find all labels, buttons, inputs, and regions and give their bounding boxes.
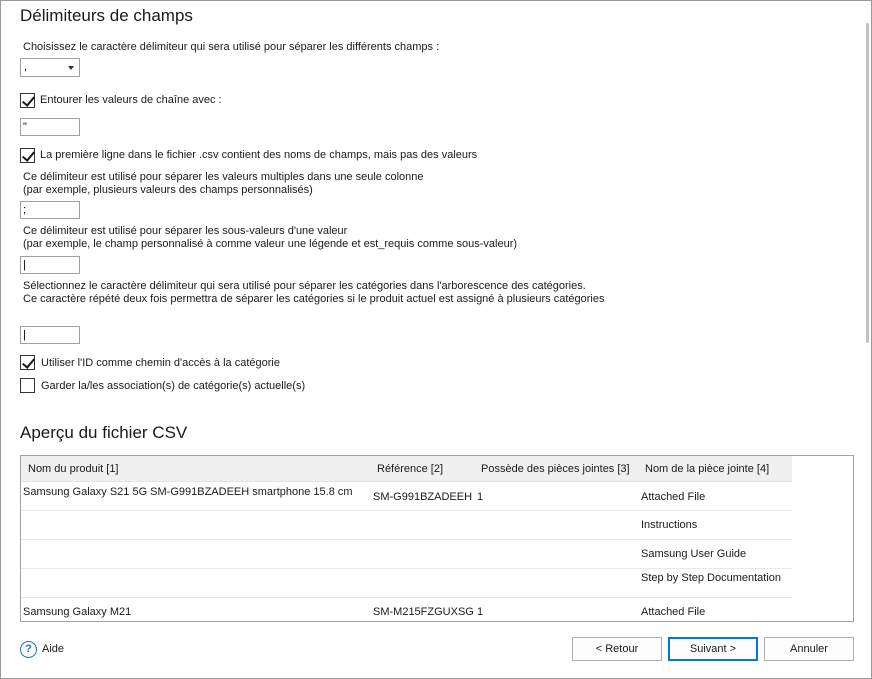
back-button[interactable]: < Retour	[572, 637, 662, 661]
csv-preview-grid[interactable]: Nom du produit [1] Référence [2] Possède…	[20, 455, 854, 622]
next-button[interactable]: Suivant >	[668, 637, 758, 661]
field-delimiter-value: ,	[24, 61, 28, 73]
choose-delimiter-label: Choisissez le caractère délimiteur qui s…	[23, 41, 440, 53]
enclose-strings-label: Entourer les valeurs de chaîne avec :	[40, 94, 222, 106]
cell-attachment-name: Attached File	[641, 491, 706, 503]
category-delimiter-value: |	[23, 329, 26, 341]
category-delimiter-input[interactable]: |	[20, 326, 80, 344]
cell-reference: SM-G991BZADEEH	[373, 491, 473, 503]
field-delimiter-combo[interactable]: ,	[20, 58, 80, 77]
keep-categories-label: Garder la/les association(s) de catégori…	[41, 380, 306, 392]
multi-value-label-1: Ce délimiteur est utilisé pour séparer l…	[23, 171, 424, 183]
table-row[interactable]: Step by Step Documentation	[21, 569, 792, 598]
column-header-attachment-name[interactable]: Nom de la pièce jointe [4]	[645, 463, 769, 475]
column-header-has-attachments[interactable]: Possède des pièces jointes [3]	[481, 463, 630, 475]
sub-value-delimiter-input[interactable]: |	[20, 256, 80, 274]
use-id-path-checkbox[interactable]	[20, 355, 35, 370]
use-id-path-label: Utiliser l'ID comme chemin d'accès à la …	[41, 357, 280, 369]
enclose-char-input[interactable]: "	[20, 118, 80, 136]
first-line-headers-label: La première ligne dans le fichier .csv c…	[40, 149, 478, 161]
cell-reference: SM-M215FZGUXSG	[373, 606, 474, 618]
category-delimiter-label-2: Ce caractère répété deux fois permettra …	[23, 293, 605, 305]
column-header-product-name[interactable]: Nom du produit [1]	[28, 463, 119, 475]
cell-product-name: Samsung Galaxy S21 5G SM-G991BZADEEH sma…	[23, 486, 353, 498]
grid-header: Nom du produit [1] Référence [2] Possède…	[21, 456, 792, 482]
vertical-scrollbar[interactable]	[864, 3, 871, 628]
keep-categories-checkbox[interactable]	[20, 378, 35, 393]
cancel-button[interactable]: Annuler	[764, 637, 854, 661]
first-line-headers-checkbox[interactable]	[20, 148, 35, 163]
multi-value-label-2: (par exemple, plusieurs valeurs des cham…	[23, 184, 313, 196]
category-delimiter-label-1: Sélectionnez le caractère délimiteur qui…	[23, 280, 586, 292]
enclose-char-value: "	[23, 121, 27, 133]
enclose-strings-checkbox[interactable]	[20, 93, 35, 108]
table-row[interactable]: Samsung Galaxy M21 SM-M215FZGUXSG 1 Atta…	[21, 598, 792, 621]
table-row[interactable]: Samsung User Guide	[21, 540, 792, 569]
multi-value-delimiter-input[interactable]: ;	[20, 201, 80, 219]
table-row[interactable]: Instructions	[21, 511, 792, 540]
sub-value-label-2: (par exemple, le champ personnalisé à co…	[23, 238, 518, 250]
cell-attachment-name: Samsung User Guide	[641, 548, 747, 560]
help-icon[interactable]: ?	[20, 641, 37, 658]
multi-value-delimiter-value: ;	[23, 204, 27, 216]
table-row[interactable]: Samsung Galaxy S21 5G SM-G991BZADEEH sma…	[21, 482, 792, 511]
scrollbar-thumb[interactable]	[866, 23, 869, 343]
cell-product-name: Samsung Galaxy M21	[23, 606, 132, 618]
cell-attachment-name: Attached File	[641, 606, 706, 618]
cell-has-attachments: 1	[477, 606, 484, 618]
help-link[interactable]: Aide	[42, 643, 64, 656]
preview-title: Aperçu du fichier CSV	[20, 423, 188, 442]
cell-has-attachments: 1	[477, 491, 484, 503]
cell-attachment-name: Step by Step Documentation	[641, 572, 782, 584]
wizard-window: Délimiteurs de champs Choisissez le cara…	[0, 0, 872, 679]
sub-value-delimiter-value: |	[23, 259, 26, 271]
delimiters-title: Délimiteurs de champs	[20, 6, 193, 25]
cell-attachment-name: Instructions	[641, 519, 698, 531]
chevron-down-icon	[68, 66, 74, 70]
column-header-reference[interactable]: Référence [2]	[377, 463, 443, 475]
sub-value-label-1: Ce délimiteur est utilisé pour séparer l…	[23, 225, 348, 237]
